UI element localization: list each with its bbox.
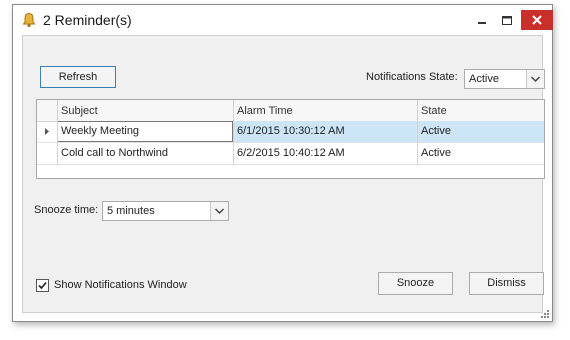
snooze-button[interactable]: Snooze: [378, 272, 453, 295]
notifications-state-select[interactable]: Active: [464, 69, 545, 89]
bell-icon: [22, 12, 36, 28]
column-header-alarm-time[interactable]: Alarm Time: [237, 105, 293, 117]
cell-state: Active: [421, 125, 451, 137]
resize-grip-icon[interactable]: [540, 309, 550, 319]
reminders-window: 2 Reminder(s) Refresh Notifications Stat…: [12, 4, 553, 322]
dismiss-button[interactable]: Dismiss: [469, 272, 544, 295]
column-header-subject[interactable]: Subject: [61, 105, 98, 117]
close-button[interactable]: [521, 10, 553, 30]
cell-subject: Cold call to Northwind: [61, 147, 168, 159]
snooze-time-value: 5 minutes: [107, 205, 155, 217]
refresh-button[interactable]: Refresh: [40, 66, 116, 88]
row-indicator: [37, 143, 57, 164]
minimize-icon: [478, 22, 486, 24]
notifications-state-dropdown-button[interactable]: [526, 70, 544, 88]
title-bar[interactable]: 2 Reminder(s): [13, 5, 553, 35]
snooze-time-dropdown-button[interactable]: [210, 202, 228, 220]
cell-state: Active: [421, 147, 451, 159]
cell-alarm-time: 6/1/2015 10:30:12 AM: [237, 125, 345, 137]
reminders-grid: Subject Alarm Time State Weekly Meeting …: [36, 99, 545, 179]
column-header-state[interactable]: State: [421, 105, 447, 117]
cell-alarm-time: 6/2/2015 10:40:12 AM: [237, 147, 345, 159]
snooze-time-label: Snooze time:: [34, 204, 99, 216]
snooze-time-select[interactable]: 5 minutes: [102, 201, 229, 221]
table-row[interactable]: Cold call to Northwind 6/2/2015 10:40:12…: [37, 143, 544, 165]
table-row[interactable]: Weekly Meeting 6/1/2015 10:30:12 AM Acti…: [37, 121, 544, 143]
notifications-state-value: Active: [469, 73, 499, 85]
show-notifications-checkbox[interactable]: [36, 279, 49, 292]
show-notifications-label[interactable]: Show Notifications Window: [54, 279, 187, 291]
chevron-down-icon: [530, 76, 541, 83]
grid-header: Subject Alarm Time State: [37, 100, 544, 122]
window-title: 2 Reminder(s): [43, 12, 132, 28]
notifications-state-label: Notifications State:: [366, 71, 458, 83]
content-panel: Refresh Notifications State: Active Subj…: [22, 35, 545, 313]
minimize-button[interactable]: [469, 11, 495, 30]
current-row-arrow-icon: [45, 128, 49, 135]
cell-subject: Weekly Meeting: [61, 125, 140, 137]
maximize-button[interactable]: [494, 11, 520, 30]
close-icon: [532, 15, 542, 25]
maximize-icon: [502, 16, 512, 25]
row-indicator: [37, 121, 57, 142]
column-divider: [233, 100, 234, 165]
column-divider: [417, 100, 418, 165]
checkmark-icon: [38, 281, 47, 290]
chevron-down-icon: [214, 208, 225, 215]
column-divider: [57, 100, 58, 165]
